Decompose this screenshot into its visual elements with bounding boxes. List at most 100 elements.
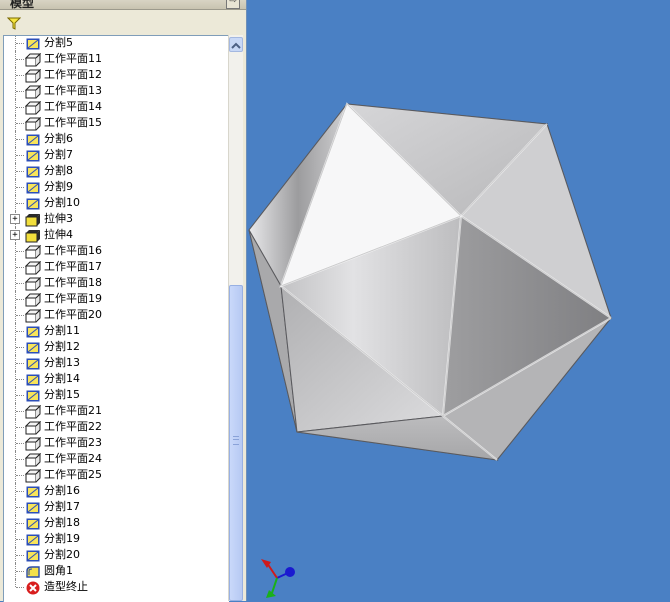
tree-item-label: 工作平面18	[44, 276, 102, 289]
plane-icon	[24, 436, 42, 451]
plane-icon	[24, 244, 42, 259]
tree-item[interactable]: 工作平面19	[4, 291, 229, 307]
tree-item[interactable]: 分割5	[4, 36, 229, 51]
tree-item[interactable]: + 拉伸3	[4, 211, 229, 227]
tree-item[interactable]: + 拉伸4	[4, 227, 229, 243]
fillet-icon	[25, 564, 41, 578]
tree-connector-line	[16, 203, 24, 204]
tree-item[interactable]: 工作平面22	[4, 419, 229, 435]
split-icon	[25, 484, 41, 498]
tree-item[interactable]: 工作平面12	[4, 67, 229, 83]
tree-item-label: 工作平面23	[44, 436, 102, 449]
tree-connector-line	[16, 59, 24, 60]
plane-icon	[24, 260, 42, 275]
tree-connector-line	[16, 123, 24, 124]
tree-connector-line	[15, 579, 16, 587]
tree-connector-line	[16, 187, 24, 188]
tree-item-label: 拉伸3	[44, 212, 73, 225]
tree-item-label: 分割6	[44, 132, 73, 145]
tree-item[interactable]: 分割15	[4, 387, 229, 403]
tree-item[interactable]: 工作平面15	[4, 115, 229, 131]
tree-item-label: 分割18	[44, 516, 80, 529]
tree-item[interactable]: 工作平面23	[4, 435, 229, 451]
tree-item[interactable]: 分割20	[4, 547, 229, 563]
tree-connector-line	[16, 283, 24, 284]
split-icon	[25, 388, 41, 402]
tree-item-label: 圆角1	[44, 564, 73, 577]
tree-connector-line	[16, 107, 24, 108]
tree-item-label: 工作平面12	[44, 68, 102, 81]
browser-tree[interactable]: 分割5 工作平面11 工作平面12 工作平面13 工作平面14 工作平面15 分割6 分割7 分…	[3, 35, 229, 602]
tree-item[interactable]: 工作平面21	[4, 403, 229, 419]
tree-item-label: 分割13	[44, 356, 80, 369]
vertical-scrollbar[interactable]	[228, 35, 243, 601]
expand-toggle[interactable]: +	[10, 214, 20, 224]
tree-connector-line	[16, 539, 24, 540]
end-of-part-icon	[25, 580, 41, 595]
tree-item[interactable]: 分割8	[4, 163, 229, 179]
scroll-thumb[interactable]	[229, 285, 243, 601]
panel-menu-button[interactable]: ⇨	[226, 0, 240, 9]
tree-item[interactable]: 分割18	[4, 515, 229, 531]
plane-icon	[24, 68, 42, 83]
tree-item-label: 工作平面15	[44, 116, 102, 129]
plane-icon	[24, 100, 42, 115]
axis-triad-icon	[261, 559, 295, 598]
plane-icon	[24, 308, 42, 323]
plane-icon	[24, 420, 42, 435]
tree-connector-line	[16, 555, 24, 556]
tree-item[interactable]: 分割14	[4, 371, 229, 387]
tree-item[interactable]: 圆角1	[4, 563, 229, 579]
filter-icon[interactable]	[6, 15, 22, 34]
split-icon	[25, 36, 41, 50]
tree-item-label: 工作平面25	[44, 468, 102, 481]
tree-item-label: 分割12	[44, 340, 80, 353]
plane-icon	[24, 404, 42, 419]
tree-item[interactable]: 工作平面25	[4, 467, 229, 483]
tree-connector-line	[16, 75, 24, 76]
scroll-grip	[233, 436, 239, 445]
tree-item[interactable]: 工作平面18	[4, 275, 229, 291]
plane-icon	[24, 276, 42, 291]
tree-item[interactable]: 工作平面17	[4, 259, 229, 275]
split-icon	[25, 356, 41, 370]
tree-item-label: 工作平面21	[44, 404, 102, 417]
split-icon	[25, 324, 41, 338]
scroll-up-button[interactable]	[229, 37, 243, 52]
tree-item-label: 工作平面11	[44, 52, 102, 65]
tree-item[interactable]: 造型终止	[4, 579, 229, 595]
tree-connector-line	[16, 443, 24, 444]
tree-item[interactable]: 工作平面24	[4, 451, 229, 467]
tree-connector-line	[16, 459, 24, 460]
tree-item[interactable]: 工作平面16	[4, 243, 229, 259]
tree-connector-line	[16, 363, 24, 364]
tree-item[interactable]: 分割11	[4, 323, 229, 339]
tree-item[interactable]: 分割6	[4, 131, 229, 147]
split-icon	[25, 340, 41, 354]
tree-item[interactable]: 分割12	[4, 339, 229, 355]
tree-connector-line	[16, 379, 24, 380]
tree-item-label: 分割9	[44, 180, 73, 193]
tree-item[interactable]: 工作平面20	[4, 307, 229, 323]
extrude-icon	[25, 228, 41, 243]
split-icon	[25, 148, 41, 162]
tree-item[interactable]: 分割10	[4, 195, 229, 211]
plane-icon	[24, 52, 42, 67]
split-icon	[25, 132, 41, 146]
tree-item[interactable]: 分割16	[4, 483, 229, 499]
tree-item[interactable]: 工作平面13	[4, 83, 229, 99]
tree-connector-line	[16, 171, 24, 172]
graphics-viewport[interactable]	[246, 0, 670, 601]
tree-item-label: 工作平面16	[44, 244, 102, 257]
tree-item[interactable]: 分割9	[4, 179, 229, 195]
tree-connector-line	[16, 299, 24, 300]
tree-item[interactable]: 分割13	[4, 355, 229, 371]
tree-connector-line	[16, 491, 24, 492]
tree-item[interactable]: 分割17	[4, 499, 229, 515]
tree-connector-line	[16, 395, 24, 396]
tree-item[interactable]: 分割7	[4, 147, 229, 163]
tree-item[interactable]: 分割19	[4, 531, 229, 547]
tree-item[interactable]: 工作平面11	[4, 51, 229, 67]
expand-toggle[interactable]: +	[10, 230, 20, 240]
tree-item[interactable]: 工作平面14	[4, 99, 229, 115]
